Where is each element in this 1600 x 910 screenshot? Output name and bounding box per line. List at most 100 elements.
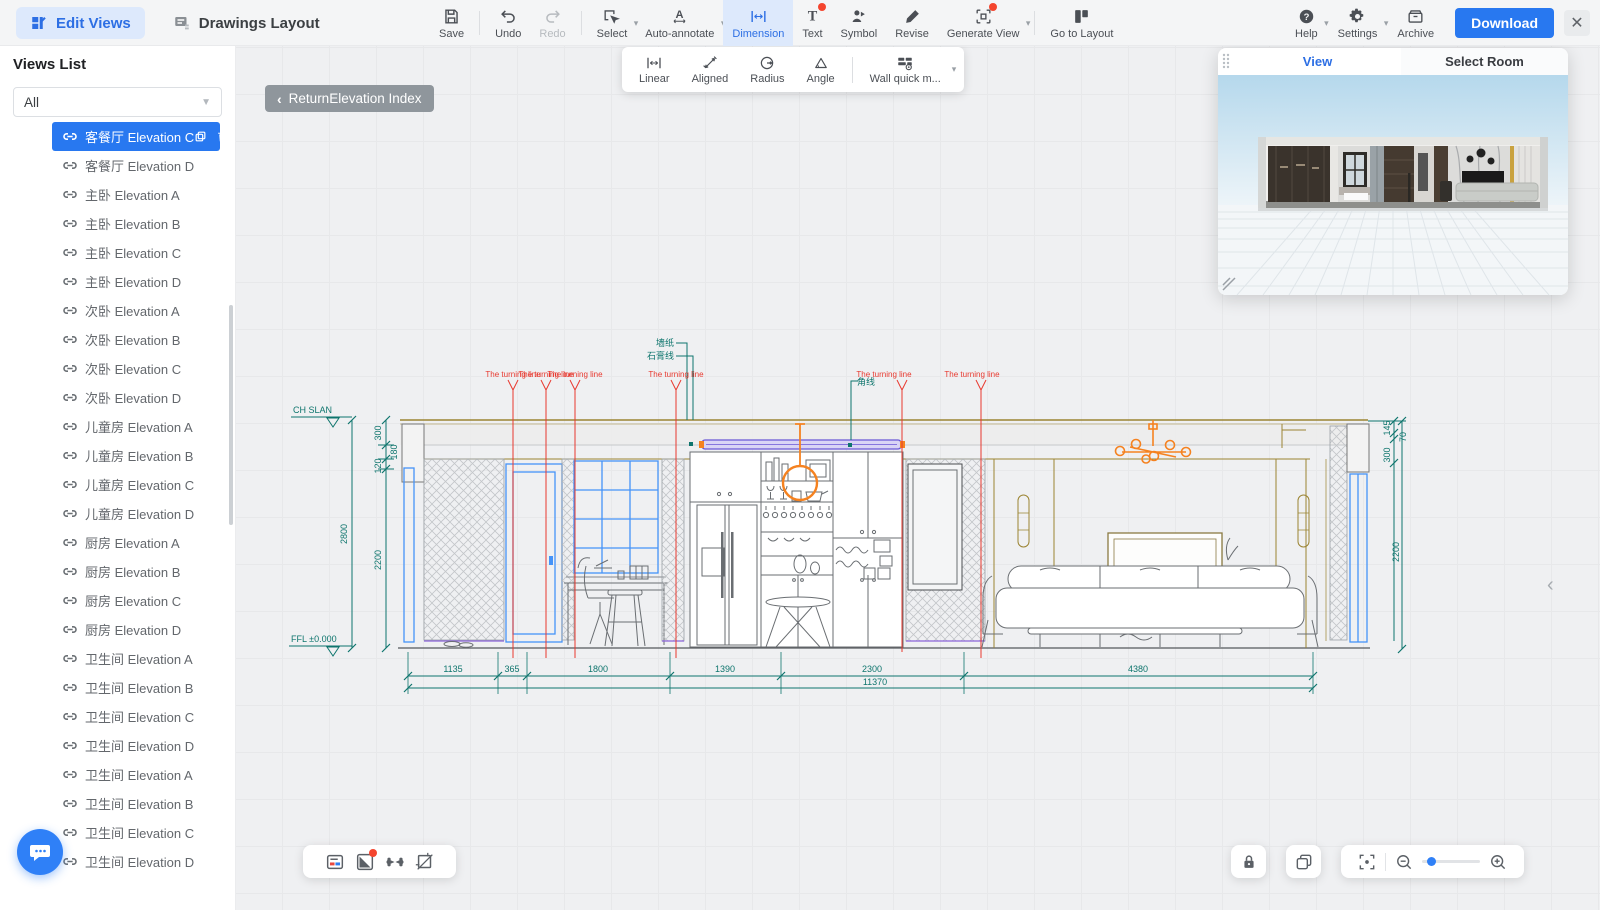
canvas-bottom-toolbar xyxy=(303,845,456,878)
svg-text:The turning line: The turning line xyxy=(648,370,704,379)
download-button[interactable]: Download xyxy=(1455,8,1554,38)
view-list-item[interactable]: 主卧 Elevation A xyxy=(0,180,235,209)
select-tool-button[interactable]: Select ▾ xyxy=(588,0,637,46)
link-icon xyxy=(62,245,78,260)
lock-button[interactable] xyxy=(1231,845,1266,878)
chevron-down-icon[interactable]: ▾ xyxy=(952,64,957,75)
drag-handle-icon[interactable] xyxy=(1218,48,1234,75)
gear-icon xyxy=(1348,6,1368,26)
close-icon[interactable]: ✕ xyxy=(1564,10,1590,36)
help-button[interactable]: ? Help ▾ xyxy=(1286,0,1327,46)
wall-quick-measure-button[interactable]: Wall quick m... xyxy=(859,54,952,85)
tab-drawings-layout[interactable]: Drawings Layout xyxy=(159,7,334,39)
view-list-item[interactable]: 卫生间 Elevation A xyxy=(0,760,235,789)
drawing-style-icon[interactable] xyxy=(323,850,347,874)
undo-button[interactable]: Undo xyxy=(486,0,530,46)
view-list-item[interactable]: 厨房 Elevation B xyxy=(0,557,235,586)
tab-view[interactable]: View xyxy=(1234,48,1401,75)
view-list-item[interactable]: 卫生间 Elevation D xyxy=(0,731,235,760)
view-label: 厨房 Elevation A xyxy=(85,533,180,552)
save-button[interactable]: Save xyxy=(430,0,473,46)
link-icon xyxy=(62,332,78,347)
view-list-item[interactable]: 卫生间 Elevation A xyxy=(0,644,235,673)
link-icon xyxy=(62,651,78,666)
return-elevation-index-button[interactable]: ‹ ReturnElevation Index xyxy=(265,85,434,112)
symbol-tool-button[interactable]: Symbol xyxy=(832,0,887,46)
view-list-item[interactable]: 厨房 Elevation D xyxy=(0,615,235,644)
view-list-item[interactable]: 次卧 Elevation A xyxy=(0,296,235,325)
view-label: 儿童房 Elevation B xyxy=(85,446,193,465)
view-list-item[interactable]: 客餐厅 Elevation C xyxy=(52,122,220,151)
view-list-item[interactable]: 儿童房 Elevation B xyxy=(0,441,235,470)
link-icon xyxy=(62,129,78,144)
drawings-layout-icon xyxy=(173,14,191,32)
view-list-item[interactable]: 客餐厅 Elevation D xyxy=(0,151,235,180)
auto-annotate-icon: A xyxy=(670,6,690,26)
duplicate-icon[interactable] xyxy=(194,130,207,143)
divider xyxy=(479,11,480,35)
link-icon xyxy=(62,361,78,376)
radius-dimension-button[interactable]: Radius xyxy=(739,54,795,85)
crop-view-icon[interactable] xyxy=(413,850,437,874)
view-list-item[interactable]: 儿童房 Elevation C xyxy=(0,470,235,499)
svg-text:300: 300 xyxy=(1382,447,1392,462)
collapse-panel-icon[interactable]: ‹ xyxy=(1547,574,1554,597)
fit-screen-icon[interactable] xyxy=(1357,852,1377,872)
view-list-item[interactable]: 儿童房 Elevation D xyxy=(0,499,235,528)
zoom-out-icon[interactable] xyxy=(1394,852,1414,872)
zoom-slider[interactable] xyxy=(1422,860,1480,863)
background-fill-icon[interactable] xyxy=(353,850,377,874)
angle-dimension-button[interactable]: Angle xyxy=(796,54,846,85)
generate-view-button[interactable]: Generate View ▾ xyxy=(938,0,1029,46)
view-label: 卫生间 Elevation C xyxy=(85,823,194,842)
zoom-slider-knob[interactable] xyxy=(1427,857,1436,866)
svg-text:2200: 2200 xyxy=(373,550,383,570)
tab-select-room[interactable]: Select Room xyxy=(1401,48,1568,75)
view-list-item[interactable]: 次卧 Elevation D xyxy=(0,383,235,412)
dimension-tool-button[interactable]: Dimension xyxy=(723,0,793,46)
view-list-item[interactable]: 次卧 Elevation C xyxy=(0,354,235,383)
view-list-item[interactable]: 主卧 Elevation B xyxy=(0,209,235,238)
resize-handle-icon[interactable] xyxy=(1222,277,1236,291)
trash-icon[interactable] xyxy=(216,130,229,143)
aligned-dimension-button[interactable]: Aligned xyxy=(681,54,740,85)
views-sidebar: Views List All ▼ 客餐厅 Elevation C 客餐 xyxy=(0,46,236,910)
notification-dot xyxy=(989,3,997,11)
view-list-item[interactable]: 卫生间 Elevation B xyxy=(0,673,235,702)
room-structure xyxy=(398,420,1370,648)
divider xyxy=(852,57,853,83)
view-list-item[interactable]: 次卧 Elevation B xyxy=(0,325,235,354)
room-3d-preview[interactable] xyxy=(1218,75,1568,295)
elevation-drawing[interactable]: .tl{stroke:#0e756d;stroke-width:1;fill:n… xyxy=(280,325,1420,705)
chat-button[interactable] xyxy=(17,829,63,875)
view-list-item[interactable]: 厨房 Elevation C xyxy=(0,586,235,615)
view-list-item[interactable]: 儿童房 Elevation A xyxy=(0,412,235,441)
view-list-item[interactable]: 卫生间 Elevation B xyxy=(0,789,235,818)
text-tool-button[interactable]: T Text xyxy=(793,0,831,46)
link-icon xyxy=(62,390,78,405)
zoom-in-icon[interactable] xyxy=(1488,852,1508,872)
svg-text:4380: 4380 xyxy=(1128,664,1148,674)
duplicate-view-button[interactable] xyxy=(1286,845,1321,878)
view-label: 卫生间 Elevation D xyxy=(85,736,194,755)
sidebar-scrollbar[interactable] xyxy=(229,305,233,525)
view-list-item[interactable]: 厨房 Elevation A xyxy=(0,528,235,557)
views-filter-select[interactable]: All ▼ xyxy=(13,87,222,117)
tab-label: Drawings Layout xyxy=(199,15,320,32)
auto-annotate-button[interactable]: A Auto-annotate ▾ xyxy=(636,0,723,46)
svg-text:A: A xyxy=(676,9,684,21)
dimension-toolbar: Linear Aligned Radius Angle Wall quick m… xyxy=(622,47,964,92)
redo-button[interactable]: Redo xyxy=(530,0,574,46)
connector-icon[interactable] xyxy=(383,850,407,874)
view-list-item[interactable]: 卫生间 Elevation C xyxy=(0,702,235,731)
archive-button[interactable]: Archive xyxy=(1388,0,1443,46)
go-to-layout-button[interactable]: Go to Layout xyxy=(1041,0,1122,46)
linear-dimension-button[interactable]: Linear xyxy=(628,54,681,85)
revise-tool-button[interactable]: Revise xyxy=(886,0,938,46)
settings-button[interactable]: Settings ▾ xyxy=(1329,0,1387,46)
view-label: 卫生间 Elevation C xyxy=(85,707,194,726)
view-list-item[interactable]: 主卧 Elevation C xyxy=(0,238,235,267)
view-list-item[interactable]: 主卧 Elevation D xyxy=(0,267,235,296)
tab-edit-views[interactable]: Edit Views xyxy=(16,7,145,39)
view-label: 主卧 Elevation C xyxy=(85,243,181,262)
